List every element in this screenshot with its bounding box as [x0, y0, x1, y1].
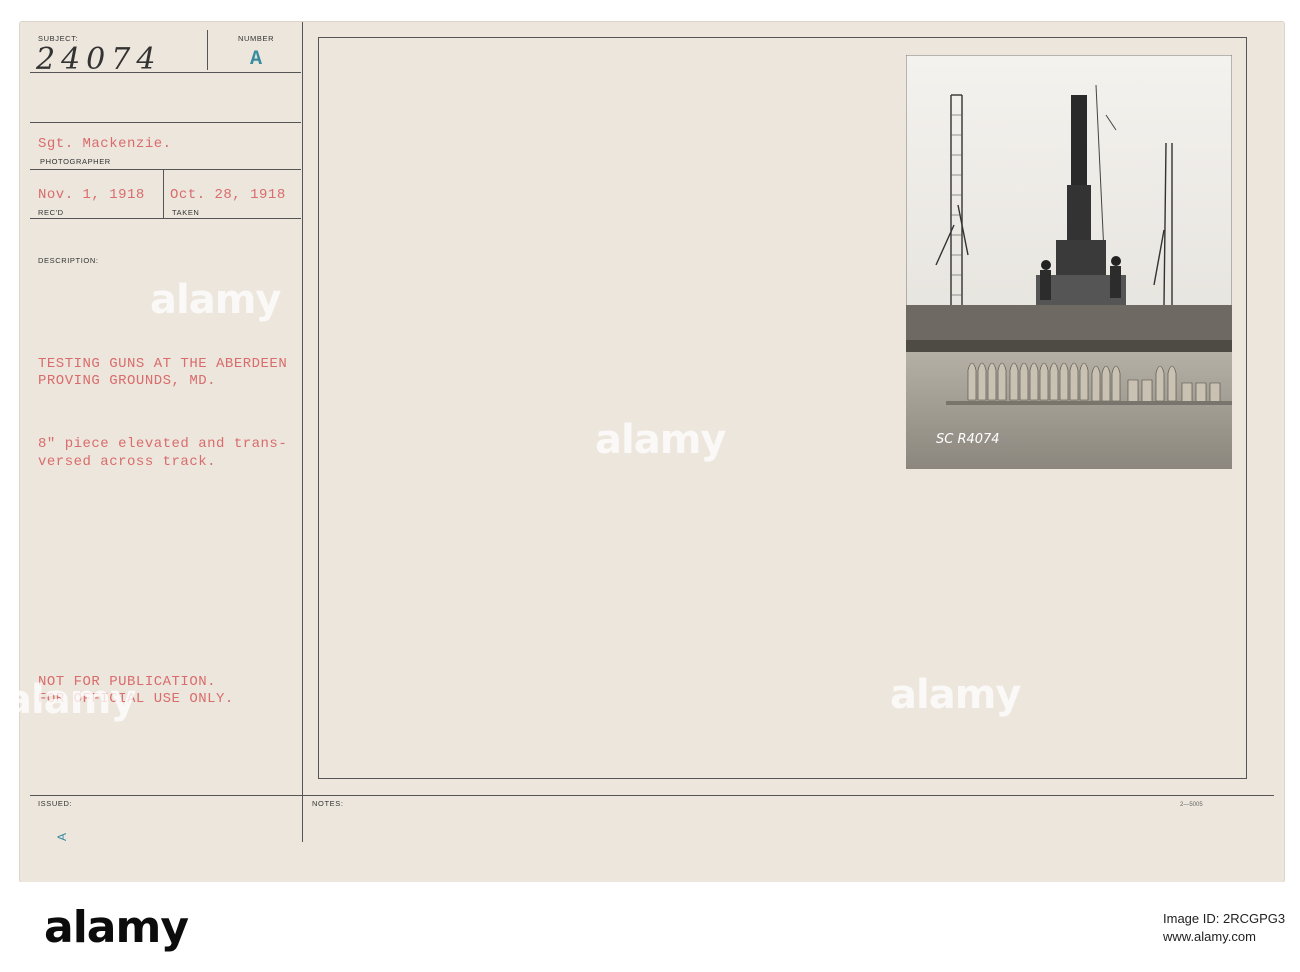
- subject-number: 24074: [36, 42, 162, 77]
- footer-info: Image ID: 2RCGPG3 www.alamy.com: [1163, 910, 1285, 946]
- description-label: DESCRIPTION:: [38, 256, 99, 265]
- site-link[interactable]: www.alamy.com: [1163, 928, 1285, 946]
- footer-bar: alamy Image ID: 2RCGPG3 www.alamy.com: [0, 882, 1300, 972]
- taken-label: TAKEN: [172, 208, 200, 217]
- dates-divider: [163, 170, 164, 218]
- description-body-line-2: versed across track.: [38, 454, 217, 470]
- gun-photograph: SC R4074: [906, 55, 1232, 469]
- watermark: alamy: [890, 672, 1021, 718]
- watermark: alamy: [5, 677, 136, 723]
- footer-logo[interactable]: alamy: [44, 902, 189, 953]
- description-title-line-1: TESTING GUNS AT THE ABERDEEN: [38, 356, 288, 372]
- dates-top-rule: [30, 169, 301, 170]
- column-divider: [302, 22, 303, 842]
- negative-marking: SC R4074: [936, 432, 1000, 447]
- dates-bottom-rule: [30, 218, 301, 219]
- number-value: A: [250, 48, 263, 71]
- issued-mark: A: [55, 832, 70, 842]
- received-label: REC'D: [38, 208, 64, 217]
- photographer-label: PHOTOGRAPHER: [40, 157, 111, 166]
- description-body-line-1: 8" piece elevated and trans-: [38, 436, 288, 452]
- taken-date: Oct. 28, 1918: [170, 187, 286, 203]
- image-id: Image ID: 2RCGPG3: [1163, 911, 1286, 926]
- number-label: NUMBER: [238, 34, 275, 43]
- issued-label: ISSUED:: [38, 799, 73, 808]
- footer-rule: [30, 795, 1274, 796]
- watermark: alamy: [595, 417, 726, 463]
- subject-number-divider: [207, 30, 208, 70]
- photographer-name: Sgt. Mackenzie.: [38, 136, 172, 152]
- description-title-line-2: PROVING GROUNDS, MD.: [38, 373, 217, 389]
- photographer-rule: [30, 122, 301, 123]
- received-date: Nov. 1, 1918: [38, 187, 145, 203]
- form-number: 2—5005: [1180, 802, 1203, 808]
- notes-label: NOTES:: [312, 799, 344, 808]
- watermark: alamy: [150, 277, 281, 323]
- archive-card: SUBJECT: 24074 NUMBER A Sgt. Mackenzie. …: [5, 22, 1284, 882]
